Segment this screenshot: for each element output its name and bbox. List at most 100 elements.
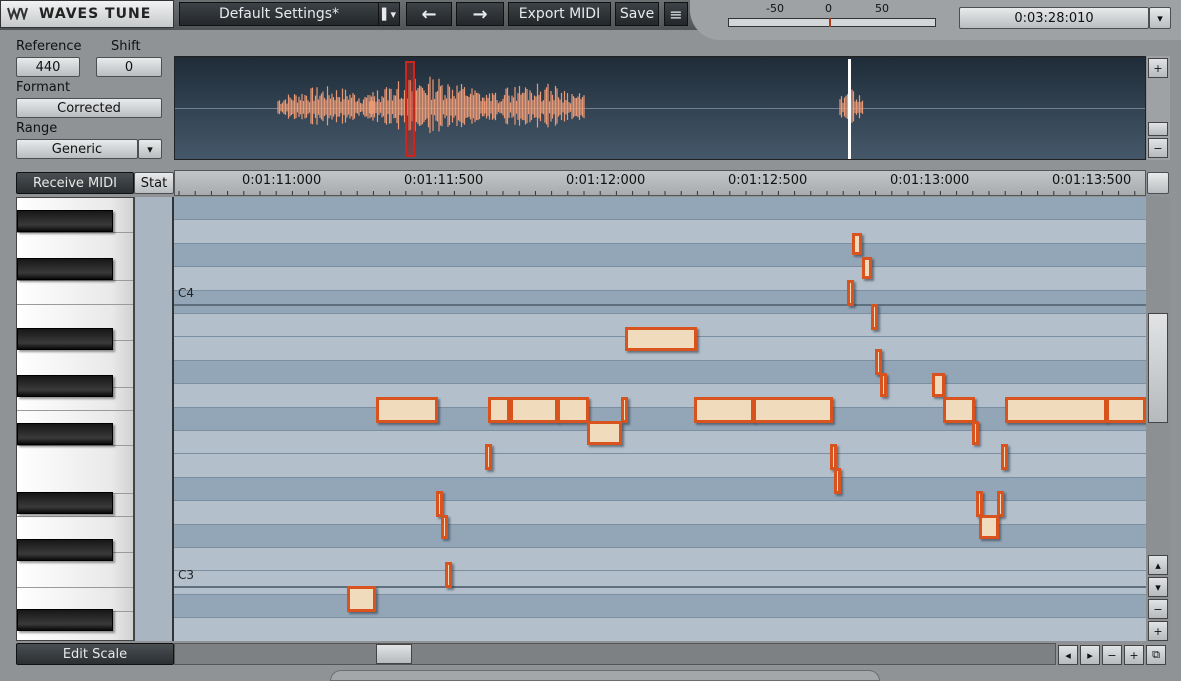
pitch-note-blob[interactable] <box>979 515 999 539</box>
piano-white-key[interactable] <box>17 281 133 305</box>
pitch-note-blob[interactable] <box>880 373 887 397</box>
horizontal-scroll-thumb[interactable] <box>376 644 412 664</box>
chevron-down-icon: ▾ <box>1155 580 1161 594</box>
pitch-row <box>174 618 1146 641</box>
ruler-corner-button[interactable] <box>1147 172 1169 194</box>
pitch-row <box>174 384 1146 408</box>
export-midi-label: Export MIDI <box>518 6 601 22</box>
scroll-right-button[interactable]: ▸ <box>1080 645 1100 665</box>
pitch-note-blob[interactable] <box>871 304 878 330</box>
pitch-note-blob[interactable] <box>445 562 452 588</box>
pitch-note-blob[interactable] <box>625 327 697 351</box>
reference-label: Reference <box>16 39 82 54</box>
pitch-note-blob[interactable] <box>488 397 510 423</box>
piano-black-key[interactable] <box>17 423 113 445</box>
range-selector[interactable]: Generic <box>16 139 138 159</box>
horizontal-zoom-in-button[interactable]: + <box>1124 645 1144 665</box>
pitch-note-blob[interactable] <box>862 257 872 279</box>
scroll-down-button[interactable]: ▾ <box>1148 577 1168 597</box>
piano-black-key[interactable] <box>17 609 113 631</box>
pitch-note-blob[interactable] <box>997 491 1004 517</box>
piano-white-key[interactable] <box>17 446 133 494</box>
reference-field[interactable]: 440 <box>16 57 80 77</box>
shift-field[interactable]: 0 <box>96 57 162 77</box>
time-display-dropdown[interactable]: ▾ <box>1149 7 1171 29</box>
pitch-note-blob[interactable] <box>972 421 979 445</box>
vertical-scroll-thumb[interactable] <box>1148 313 1168 423</box>
pitch-row <box>174 407 1146 431</box>
menu-button[interactable]: ≡ <box>664 2 688 26</box>
piano-black-key[interactable] <box>17 258 113 280</box>
playhead-marker[interactable] <box>848 59 851 159</box>
horizontal-scrollbar[interactable] <box>174 643 1056 665</box>
pitch-note-blob[interactable] <box>1005 397 1107 423</box>
vertical-zoom-out-button[interactable]: − <box>1148 599 1168 619</box>
pitch-note-blob[interactable] <box>376 397 438 423</box>
pitch-note-blob[interactable] <box>485 444 492 470</box>
piano-keyboard[interactable] <box>16 197 134 641</box>
waves-logo-icon <box>7 6 29 23</box>
chevron-right-icon: ▸ <box>1087 648 1093 662</box>
stat-header: Stat <box>134 172 174 194</box>
piano-black-key[interactable] <box>17 328 113 350</box>
pitch-note-blob[interactable] <box>510 397 558 423</box>
pitch-note-blob[interactable] <box>557 397 589 423</box>
undo-button[interactable]: ← <box>406 2 452 26</box>
pitch-note-blob[interactable] <box>847 280 854 306</box>
timeline-label: 0:01:12:000 <box>566 173 646 188</box>
pitch-note-blob[interactable] <box>1106 397 1146 423</box>
vertical-zoom-in-button[interactable]: + <box>1148 621 1168 641</box>
octave-divider <box>174 304 1146 306</box>
horizontal-zoom-out-button[interactable]: − <box>1102 645 1122 665</box>
piano-black-key[interactable] <box>17 539 113 561</box>
pitch-note-blob[interactable] <box>694 397 754 423</box>
pitch-note-blob[interactable] <box>441 515 448 539</box>
pitch-note-blob[interactable] <box>436 491 443 517</box>
timeline-label: 0:01:11:500 <box>404 173 484 188</box>
scroll-left-button[interactable]: ◂ <box>1058 645 1078 665</box>
edit-scale-button[interactable]: Edit Scale <box>16 643 174 665</box>
save-button[interactable]: Save <box>615 2 659 26</box>
pitch-row <box>174 220 1146 244</box>
range-dropdown-button[interactable]: ▾ <box>138 139 162 159</box>
pitch-note-blob[interactable] <box>753 397 833 423</box>
redo-button[interactable]: → <box>456 2 504 26</box>
pitch-note-blob[interactable] <box>976 491 983 517</box>
timeline-ruler[interactable]: 0:01:11:000 0:01:11:500 0:01:12:000 0:01… <box>174 170 1146 196</box>
pitch-note-blob[interactable] <box>621 397 628 423</box>
piano-black-key[interactable] <box>17 375 113 397</box>
time-display[interactable]: 0:03:28:010 <box>959 7 1149 29</box>
pitch-note-blob[interactable] <box>587 421 622 445</box>
overview-visible-range-marker[interactable] <box>405 61 415 157</box>
vertical-scrollbar[interactable]: ▴ ▾ − + <box>1146 197 1170 641</box>
pitch-row <box>174 290 1146 314</box>
pitch-note-blob[interactable] <box>932 373 945 397</box>
pitch-note-blob[interactable] <box>1001 444 1008 470</box>
pitch-note-blob[interactable] <box>875 349 882 375</box>
fit-view-button[interactable]: ⧉ <box>1146 645 1166 665</box>
range-label: Range <box>16 121 58 136</box>
note-grid[interactable]: C4 C3 <box>174 197 1146 641</box>
export-midi-button[interactable]: Export MIDI <box>508 2 611 26</box>
arrow-left-icon: ← <box>421 3 437 25</box>
fit-icon: ⧉ <box>1152 648 1160 661</box>
scroll-up-button[interactable]: ▴ <box>1148 555 1168 575</box>
pitch-note-blob[interactable] <box>834 468 841 494</box>
pitch-note-blob[interactable] <box>852 233 862 255</box>
overview-scroll-thumb[interactable] <box>1148 122 1168 136</box>
piano-black-key[interactable] <box>17 492 113 514</box>
chevron-left-icon: ◂ <box>1065 648 1071 662</box>
piano-black-key[interactable] <box>17 210 113 232</box>
preset-selector[interactable]: Default Settings* <box>179 2 379 26</box>
waveform-overview[interactable] <box>174 56 1146 160</box>
preset-dropdown-button[interactable]: ▌▾ <box>378 2 400 26</box>
overview-zoom-in-button[interactable]: + <box>1148 58 1168 78</box>
pitch-note-blob[interactable] <box>943 397 975 423</box>
pitch-note-blob[interactable] <box>347 586 376 612</box>
pitch-note-blob[interactable] <box>830 444 837 470</box>
plus-icon: + <box>1129 648 1139 662</box>
arrow-right-icon: → <box>472 3 488 25</box>
receive-midi-button[interactable]: Receive MIDI <box>16 172 134 194</box>
formant-button[interactable]: Corrected <box>16 98 162 118</box>
overview-zoom-out-button[interactable]: − <box>1148 138 1168 158</box>
